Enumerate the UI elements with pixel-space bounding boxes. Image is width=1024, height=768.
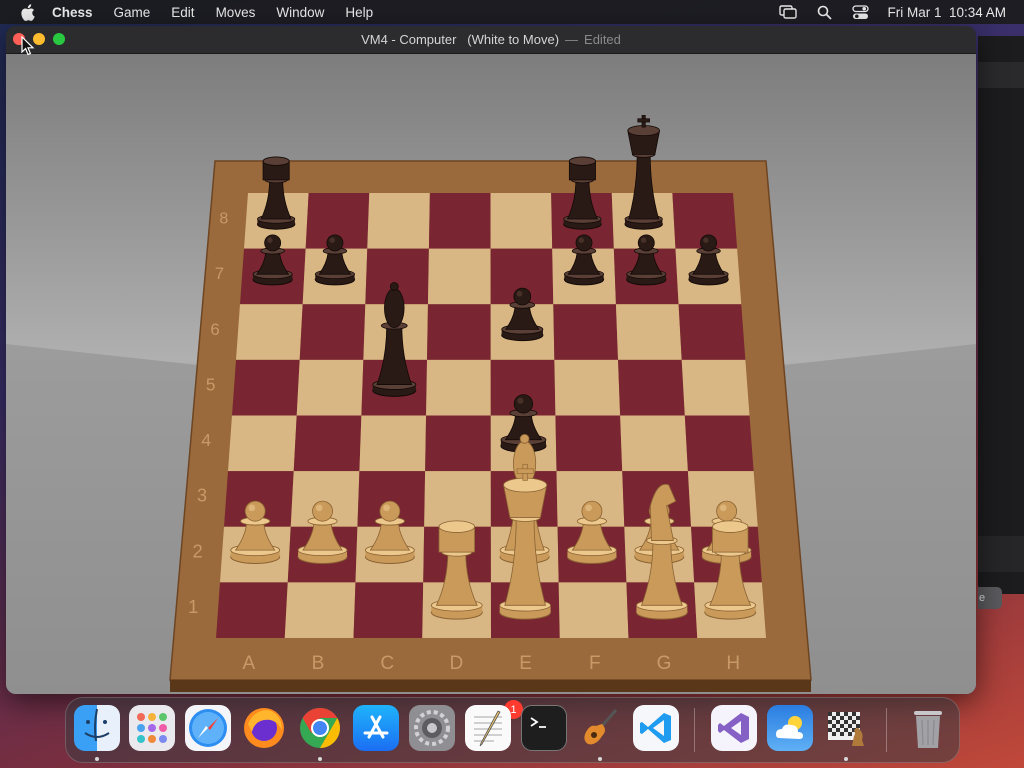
square-a4[interactable] (228, 415, 297, 472)
rank-label: 2 (192, 540, 202, 561)
window-title: VM4 - Computer (White to Move) (361, 32, 560, 47)
chrome-running-indicator (318, 757, 322, 761)
square-a1[interactable] (216, 582, 288, 638)
square-c8[interactable] (367, 193, 430, 249)
search-icon[interactable] (815, 4, 833, 20)
screen-mirroring-icon[interactable] (779, 4, 798, 20)
square-f4[interactable] (555, 415, 623, 472)
board-frame-edge (170, 680, 811, 692)
title-separator: — (565, 32, 579, 47)
rank-label: 5 (206, 374, 216, 394)
weather-icon[interactable] (767, 705, 813, 751)
square-g6[interactable] (615, 304, 682, 360)
square-b1[interactable] (284, 582, 356, 638)
square-g4[interactable] (620, 415, 688, 472)
menu-window[interactable]: Window (276, 5, 324, 20)
file-label: A (242, 653, 255, 674)
title-edited: Edited (584, 32, 621, 47)
chess-3d-viewport[interactable]: 8 7 6 5 4 3 2 1 A B C D E F G H (6, 54, 976, 694)
background-window-footer (978, 536, 1024, 572)
firefox-icon[interactable] (241, 705, 287, 751)
dock-separator-trash (886, 708, 887, 752)
system-settings-icon[interactable] (409, 705, 455, 751)
menu-bar: Chess Game Edit Moves Window Help Fri Ma… (0, 0, 1024, 24)
visual-studio-icon[interactable] (711, 705, 757, 751)
zoom-button[interactable] (53, 33, 65, 45)
square-f5[interactable] (554, 359, 621, 416)
rank-label: 1 (188, 596, 198, 617)
file-label: C (380, 653, 394, 674)
chess-running-indicator (844, 757, 848, 761)
rank-label: 7 (215, 265, 224, 283)
square-a6[interactable] (236, 304, 303, 360)
rank-label: 6 (210, 320, 219, 339)
menu-chess[interactable]: Chess (52, 5, 93, 20)
background-window: e (978, 36, 1024, 609)
square-c4[interactable] (359, 415, 427, 472)
square-d7[interactable] (427, 248, 491, 305)
garageband-running-indicator (598, 757, 602, 761)
square-g5[interactable] (618, 359, 685, 416)
chrome-icon[interactable] (297, 705, 343, 751)
safari-icon[interactable] (185, 705, 231, 751)
square-d5[interactable] (426, 359, 491, 416)
apple-icon[interactable] (18, 3, 36, 21)
menu-game[interactable]: Game (114, 5, 151, 20)
chess-icon[interactable] (823, 705, 869, 751)
finder-icon[interactable] (74, 705, 120, 751)
square-f6[interactable] (553, 304, 619, 360)
window-titlebar[interactable]: VM4 - Computer (White to Move) — Edited (6, 26, 976, 54)
menu-edit[interactable]: Edit (171, 5, 194, 20)
launchpad-icon[interactable] (129, 705, 175, 751)
square-b4[interactable] (293, 415, 362, 472)
dock-separator (694, 708, 695, 752)
app-store-icon[interactable] (353, 705, 399, 751)
terminal-icon[interactable] (521, 705, 567, 751)
control-center-icon[interactable] (851, 4, 869, 20)
square-b5[interactable] (296, 359, 364, 416)
menu-help[interactable]: Help (345, 5, 373, 20)
rank-label: 3 (197, 486, 207, 506)
square-d6[interactable] (427, 304, 491, 360)
file-label: E (519, 653, 532, 674)
trash-icon[interactable] (905, 705, 951, 751)
square-c1[interactable] (353, 582, 424, 638)
finder-running-indicator (95, 757, 99, 761)
file-label: F (589, 653, 601, 674)
square-b6[interactable] (299, 304, 366, 360)
square-d8[interactable] (428, 193, 491, 249)
square-f1[interactable] (558, 582, 629, 638)
background-window-button-label: e (979, 592, 986, 604)
file-label: G (657, 653, 672, 674)
file-label: H (726, 653, 740, 674)
file-label: D (450, 653, 464, 674)
square-e8[interactable] (490, 193, 553, 249)
square-a5[interactable] (232, 359, 300, 416)
square-d4[interactable] (425, 415, 491, 472)
vscode-icon[interactable] (633, 705, 679, 751)
square-d3[interactable] (424, 471, 491, 527)
background-window-toolbar (978, 62, 1024, 88)
square-h4[interactable] (684, 415, 754, 472)
textedit-icon[interactable] (465, 705, 511, 751)
chess-board[interactable]: 8 7 6 5 4 3 2 1 A B C D E F G H (6, 54, 976, 694)
square-h5[interactable] (681, 359, 750, 416)
mouse-cursor-icon (21, 36, 35, 56)
garageband-icon[interactable] (577, 705, 623, 751)
square-h6[interactable] (678, 304, 746, 360)
file-label: B (312, 653, 325, 674)
background-window-button[interactable]: e (978, 587, 1002, 609)
menu-clock[interactable]: Fri Mar 1 10:34 AM (887, 5, 1006, 20)
dock: 1 (65, 697, 960, 763)
chess-window: VM4 - Computer (White to Move) — Edited … (6, 26, 976, 694)
rank-label: 8 (219, 211, 228, 228)
rank-label: 4 (201, 430, 211, 450)
menu-moves[interactable]: Moves (216, 5, 256, 20)
